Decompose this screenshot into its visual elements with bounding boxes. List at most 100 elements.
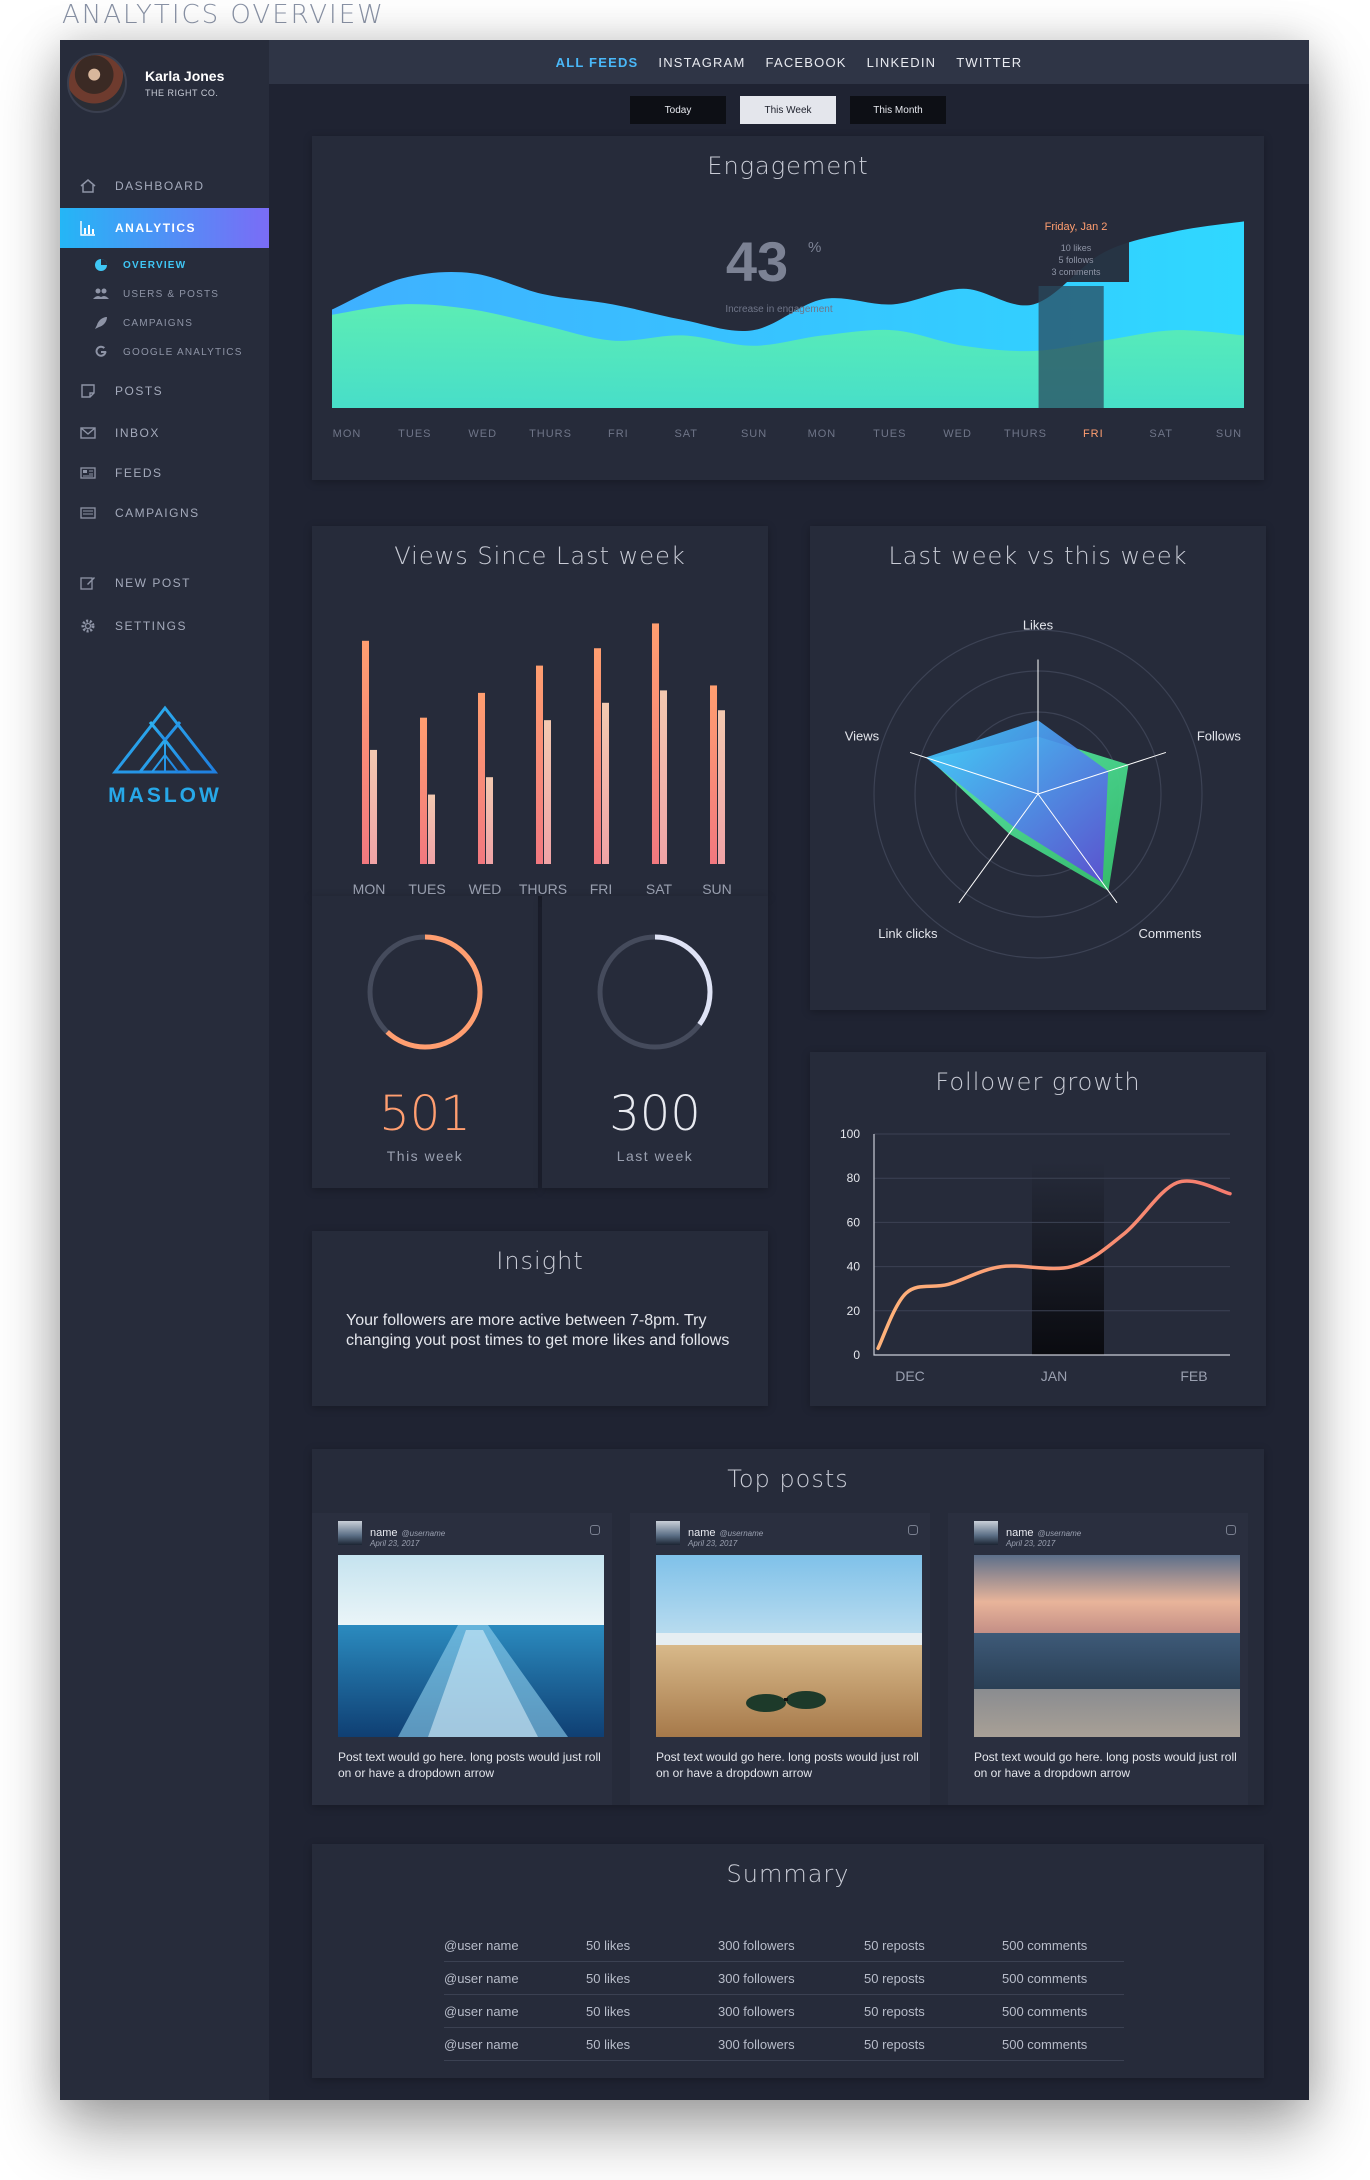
- campaigns-icon: [78, 503, 98, 523]
- sidebar-subitem-google-analytics[interactable]: GOOGLE ANALYTICS: [60, 341, 269, 363]
- sidebar-item-inbox[interactable]: INBOX: [60, 413, 269, 453]
- sidebar-subitem-overview[interactable]: OVERVIEW: [60, 254, 269, 276]
- note-icon: [78, 381, 98, 401]
- feed-tabs: ALL FEEDS INSTAGRAM FACEBOOK LINKEDIN TW…: [269, 40, 1309, 84]
- summary-cell: 500 comments: [1002, 2037, 1088, 2052]
- views-category-label: FRI: [590, 881, 613, 896]
- profile[interactable]: Karla Jones THE RIGHT CO.: [60, 40, 269, 126]
- views-bar-last-week[interactable]: [428, 794, 435, 864]
- feeds-icon: [78, 463, 98, 483]
- views-bar-last-week[interactable]: [486, 777, 493, 864]
- engagement-day-label: SUN: [1216, 428, 1242, 440]
- summary-cell: 500 comments: [1002, 2004, 1088, 2019]
- summary-cell: @user name: [444, 2037, 519, 2052]
- sidebar-subitem-label: USERS & POSTS: [123, 288, 220, 300]
- sidebar-item-analytics[interactable]: ANALYTICS: [60, 208, 269, 248]
- post-image-sunglasses-beach: [656, 1555, 922, 1737]
- views-bar-this-week[interactable]: [478, 692, 485, 864]
- views-bar-last-week[interactable]: [718, 710, 725, 864]
- sidebar-item-label: FEEDS: [115, 466, 163, 480]
- sidebar: Karla Jones THE RIGHT CO. DASHBOARD ANAL…: [60, 40, 269, 2100]
- post-card[interactable]: name @username April 23, 2017 Post text w…: [312, 1513, 612, 1805]
- sidebar-subitem-label: OVERVIEW: [123, 259, 187, 271]
- radar-chart: Likes Follows Comments Link clicks Views: [845, 617, 1241, 959]
- engagement-day-label: SAT: [1149, 428, 1173, 440]
- summary-cell: @user name: [444, 2004, 519, 2019]
- follower-y-tick: 0: [853, 1348, 860, 1362]
- views-bar-last-week[interactable]: [370, 749, 377, 864]
- sidebar-item-label: NEW POST: [115, 576, 192, 590]
- bar-chart-icon: [78, 218, 98, 238]
- stat-last-week-label: Last week: [616, 1148, 694, 1164]
- views-bar-last-week[interactable]: [602, 702, 609, 864]
- tab-twitter[interactable]: TWITTER: [956, 55, 1022, 70]
- range-month-button[interactable]: This Month: [850, 96, 946, 124]
- views-bar-this-week[interactable]: [652, 623, 659, 864]
- sidebar-item-label: INBOX: [115, 426, 160, 440]
- tab-instagram[interactable]: INSTAGRAM: [658, 55, 745, 70]
- sidebar-item-posts[interactable]: POSTS: [60, 371, 269, 411]
- views-bar-this-week[interactable]: [536, 665, 543, 864]
- tooltip-likes: 10 likes: [1061, 243, 1092, 253]
- radar-axis-label: Views: [845, 728, 880, 743]
- profile-company: THE RIGHT CO.: [145, 88, 219, 98]
- summary-cell: 50 likes: [586, 2037, 631, 2052]
- views-category-label: THURS: [519, 881, 567, 896]
- sidebar-item-new-post[interactable]: NEW POST: [60, 563, 269, 603]
- views-category-label: SUN: [702, 881, 732, 896]
- tab-all-feeds[interactable]: ALL FEEDS: [556, 55, 639, 70]
- post-name: name: [688, 1527, 716, 1539]
- sidebar-item-feeds[interactable]: FEEDS: [60, 453, 269, 493]
- range-week-button[interactable]: This Week: [740, 96, 836, 124]
- sidebar-item-settings[interactable]: SETTINGS: [60, 606, 269, 646]
- sidebar-item-label: POSTS: [115, 384, 164, 398]
- views-category-label: WED: [469, 881, 502, 896]
- engagement-day-label: SUN: [741, 428, 767, 440]
- summary-row[interactable]: @user name 50 likes 300 followers 50 repost…: [444, 1963, 1124, 1995]
- sidebar-subitem-users-posts[interactable]: USERS & POSTS: [60, 283, 269, 305]
- summary-cell: 50 likes: [586, 2004, 631, 2019]
- sidebar-item-dashboard[interactable]: DASHBOARD: [60, 166, 269, 206]
- sidebar-item-campaigns[interactable]: CAMPAIGNS: [60, 493, 269, 533]
- engagement-day-label: MON: [333, 428, 362, 440]
- tab-linkedin[interactable]: LINKEDIN: [867, 55, 937, 70]
- views-bar-last-week[interactable]: [544, 720, 551, 864]
- top-posts-title: Top posts: [727, 1465, 849, 1493]
- follower-x-label: FEB: [1180, 1368, 1207, 1384]
- radar-series-polygon[interactable]: [925, 720, 1109, 883]
- pie-icon: [93, 257, 109, 273]
- post-text: Post text would go here. long posts woul…: [974, 1750, 1237, 1780]
- summary-cell: 300 followers: [718, 1971, 795, 1986]
- views-bar-this-week[interactable]: [594, 648, 601, 864]
- engagement-card: Engagement MON TUES WED THURS FRI SAT SUN MON TU…: [312, 136, 1264, 480]
- engagement-day-label: FRI: [1083, 428, 1104, 440]
- summary-row[interactable]: @user name 50 likes 300 followers 50 repost…: [444, 1930, 1124, 1962]
- summary-cell: @user name: [444, 1938, 519, 1953]
- radar-axis-label: Link clicks: [878, 926, 938, 941]
- views-bar-this-week[interactable]: [710, 685, 717, 864]
- summary-cell: 300 followers: [718, 2037, 795, 2052]
- range-today-button[interactable]: Today: [630, 96, 726, 124]
- sidebar-subitem-campaigns[interactable]: CAMPAIGNS: [60, 312, 269, 334]
- engagement-day-label: SAT: [674, 428, 698, 440]
- engagement-chart: MON TUES WED THURS FRI SAT SUN MON TUES WED THURS F…: [332, 210, 1244, 440]
- post-username: @username: [719, 1528, 764, 1538]
- radar-axis-label: Likes: [1023, 617, 1054, 632]
- radar-card: Last week vs this week Likes Follows Comme…: [810, 526, 1266, 1010]
- engagement-highlight-column[interactable]: [1038, 286, 1104, 408]
- post-card[interactable]: name @username April 23, 2017 Post text w…: [630, 1513, 930, 1805]
- engagement-day-label: THURS: [1004, 428, 1047, 440]
- edit-icon: [78, 573, 98, 593]
- post-card[interactable]: name @username April 23, 2017 Post text w…: [948, 1513, 1248, 1805]
- views-bar-last-week[interactable]: [660, 690, 667, 864]
- follower-y-tick: 60: [847, 1215, 861, 1229]
- tab-facebook[interactable]: FACEBOOK: [766, 55, 847, 70]
- views-bar-this-week[interactable]: [362, 640, 369, 864]
- summary-row[interactable]: @user name 50 likes 300 followers 50 repost…: [444, 2029, 1124, 2061]
- views-bar-this-week[interactable]: [420, 717, 427, 864]
- summary-cell: 300 followers: [718, 1938, 795, 1953]
- summary-row[interactable]: @user name 50 likes 300 followers 50 repost…: [444, 1996, 1124, 2028]
- home-icon: [78, 176, 98, 196]
- follower-line-chart: 0 20 40 60 80 100 DEC JAN FEB: [840, 1127, 1232, 1384]
- stat-this-week-value: 501: [379, 1086, 471, 1142]
